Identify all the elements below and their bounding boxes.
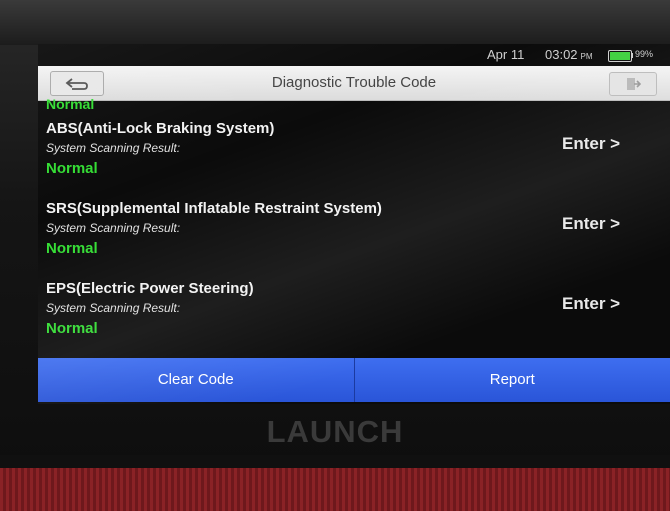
exit-button[interactable] xyxy=(609,72,657,96)
photo-background-bottom xyxy=(0,468,670,511)
device-brand-logo: LAUNCH xyxy=(266,414,404,449)
battery-icon xyxy=(608,50,632,62)
status-date: Apr 11 xyxy=(487,47,525,62)
back-button[interactable] xyxy=(50,71,104,96)
enter-button-srs[interactable]: Enter > xyxy=(562,214,620,234)
previous-result: Normal xyxy=(46,96,95,112)
item-title: SRS(Supplemental Inflatable Restraint Sy… xyxy=(46,200,382,217)
item-subtitle: System Scanning Result: xyxy=(46,301,181,315)
list-item-srs: SRS(Supplemental Inflatable Restraint Sy… xyxy=(38,200,670,280)
clear-code-button[interactable]: Clear Code xyxy=(38,358,354,402)
action-bar: Clear Code Report xyxy=(38,358,670,402)
photo-background-top xyxy=(0,0,670,45)
item-result: Normal xyxy=(46,320,98,337)
item-result: Normal xyxy=(46,160,98,177)
battery-tip xyxy=(631,53,633,58)
status-time: 03:02 PM xyxy=(545,47,593,62)
item-subtitle: System Scanning Result: xyxy=(46,141,181,155)
status-bar: Apr 11 03:02 PM 99% xyxy=(38,44,670,66)
device-screen: Apr 11 03:02 PM 99% Diagnostic Trouble Co… xyxy=(38,44,670,404)
battery-percent: 99% xyxy=(635,49,654,59)
title-bar: Diagnostic Trouble Code xyxy=(38,66,670,101)
battery-fill xyxy=(610,52,630,60)
item-title: EPS(Electric Power Steering) xyxy=(46,280,254,297)
item-title: ABS(Anti-Lock Braking System) xyxy=(46,120,275,137)
device-frame xyxy=(0,455,670,469)
item-subtitle: System Scanning Result: xyxy=(46,221,181,235)
list-item-eps: EPS(Electric Power Steering) System Scan… xyxy=(38,280,670,360)
system-list: Normal ABS(Anti-Lock Braking System) Sys… xyxy=(38,96,670,360)
list-item-abs: ABS(Anti-Lock Braking System) System Sca… xyxy=(38,120,670,200)
report-button[interactable]: Report xyxy=(353,358,670,402)
enter-button-abs[interactable]: Enter > xyxy=(562,134,620,154)
enter-button-eps[interactable]: Enter > xyxy=(562,294,620,314)
item-result: Normal xyxy=(46,240,98,257)
exit-icon xyxy=(627,78,641,90)
status-time-value: 03:02 xyxy=(545,47,578,62)
back-arrow-icon xyxy=(65,77,88,90)
page-title: Diagnostic Trouble Code xyxy=(271,74,437,91)
status-ampm: PM xyxy=(580,52,593,61)
